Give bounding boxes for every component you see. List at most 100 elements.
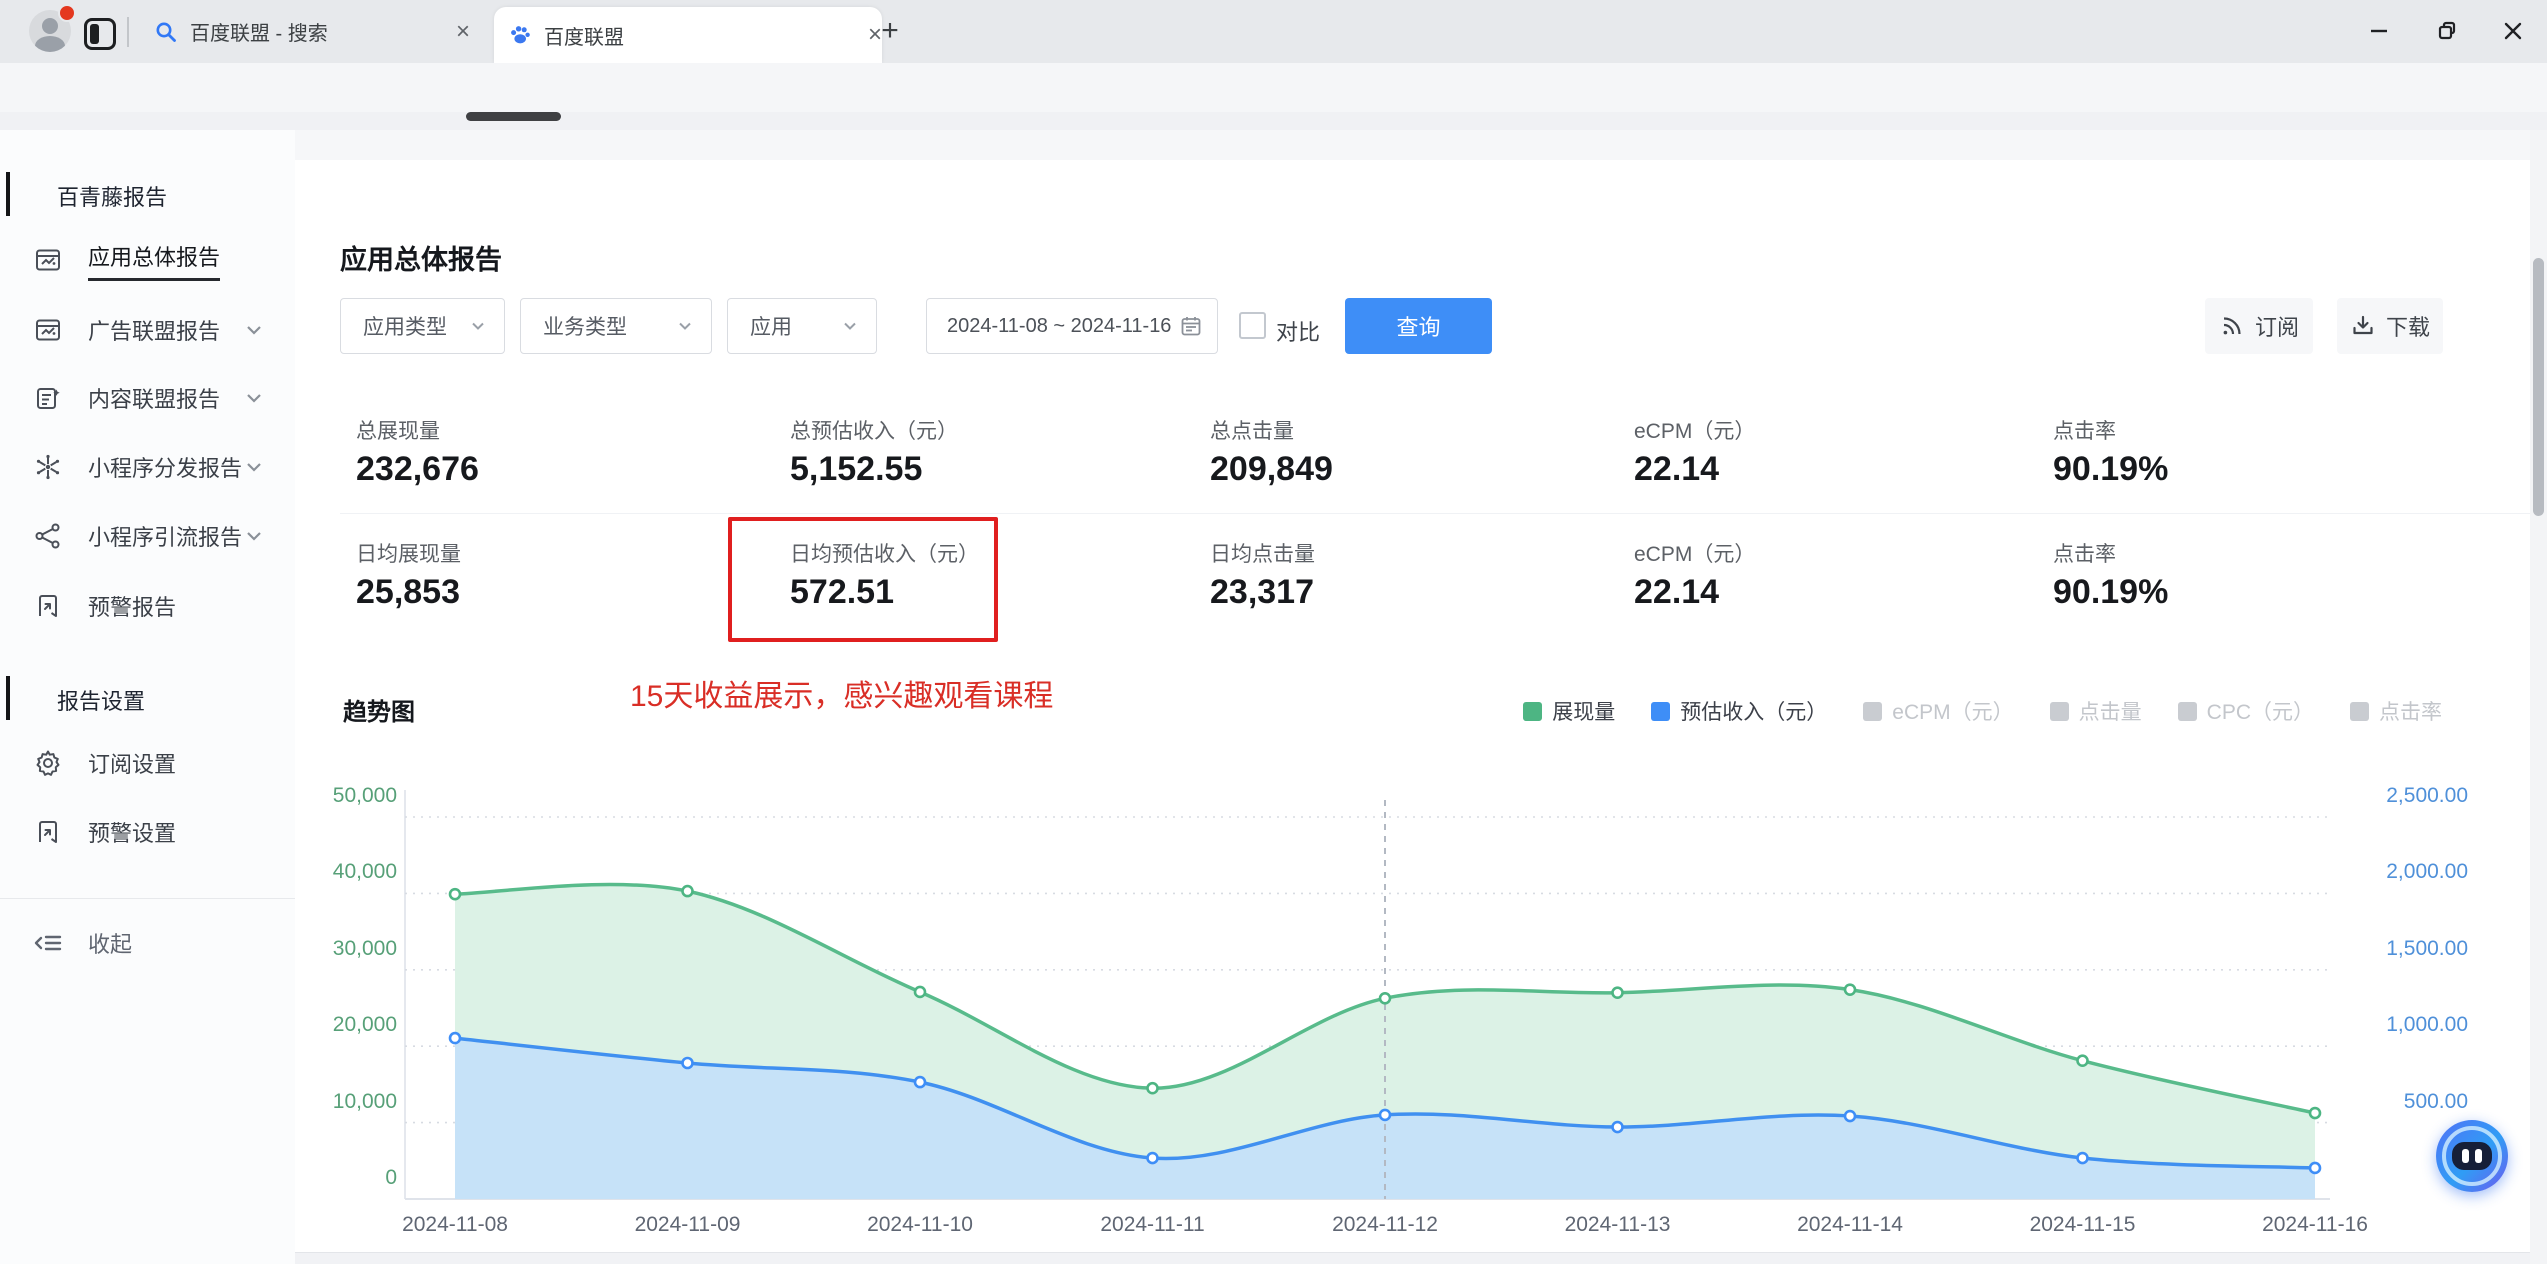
total-stat-value-1: 232,676 xyxy=(356,450,479,488)
legend-swatch xyxy=(2350,701,2369,721)
page-title: 应用总体报告 xyxy=(340,245,502,275)
x-axis-tick: 2024-11-16 xyxy=(2262,1213,2368,1236)
chevron-down-icon xyxy=(243,319,265,341)
app-type-select[interactable]: 应用类型 xyxy=(340,298,505,354)
sidebar-item-label: 广告联盟报告 xyxy=(88,319,221,344)
left-axis-tick: 10,000 xyxy=(332,1089,397,1113)
share-icon xyxy=(33,521,63,551)
baidu-paw-favicon xyxy=(508,23,532,47)
download-icon xyxy=(2350,313,2376,339)
total-stat-value-5: 90.19% xyxy=(2053,450,2169,488)
download-button[interactable]: 下载 xyxy=(2337,298,2443,354)
x-axis-tick: 2024-11-08 xyxy=(402,1213,508,1236)
x-axis-tick: 2024-11-15 xyxy=(2029,1213,2136,1236)
sidebar-item-6[interactable]: 预警报告 xyxy=(0,578,295,634)
toolbar-substrip xyxy=(0,112,2547,131)
right-axis-tick: 500.00 xyxy=(2403,1089,2468,1113)
x-axis-tick: 2024-11-13 xyxy=(1564,1213,1671,1236)
sidebar-item-label: 应用总体报告 xyxy=(88,240,221,281)
assistant-floating-button[interactable] xyxy=(2436,1120,2508,1192)
total-stat-label-1: 总展现量 xyxy=(356,420,440,443)
new-tab-button[interactable]: + xyxy=(872,14,908,50)
select-value: 业务类型 xyxy=(543,316,627,339)
chevron-down-icon xyxy=(243,456,265,478)
sidebar-item-2[interactable]: 广告联盟报告 xyxy=(0,302,295,358)
sidebar-section-reports: 百青藤报告 xyxy=(57,185,168,210)
subscribe-button[interactable]: 订阅 xyxy=(2205,298,2313,354)
calendar-icon xyxy=(1179,314,1203,338)
x-axis-tick: 2024-11-09 xyxy=(634,1213,741,1236)
left-axis-tick: 30,000 xyxy=(332,936,397,960)
page-root: 百青藤报告 应用总体报告 广告联盟报告 内容联盟报告 小程序分发报告 小程序引流报告 预警… xyxy=(0,130,2547,1264)
robot-face-icon xyxy=(2452,1142,2492,1170)
legend-swatch xyxy=(2177,701,2197,721)
chevron-down-icon xyxy=(243,387,265,409)
daily-stat-label-3: 日均点击量 xyxy=(1210,543,1315,566)
daily-stat-value-4: 22.14 xyxy=(1634,573,1720,611)
daily-stat-label-4: eCPM（元） xyxy=(1634,543,1756,566)
date-range-picker[interactable]: 2024-11-08 ~ 2024-11-16 xyxy=(926,298,1218,354)
compare-label: 对比 xyxy=(1276,320,1321,345)
download-label: 下载 xyxy=(2385,315,2430,340)
collapse-label: 收起 xyxy=(88,932,133,957)
sidebar-section-settings: 报告设置 xyxy=(57,689,146,714)
total-stat-label-4: eCPM（元） xyxy=(1634,420,1756,443)
tab-drag-indicator xyxy=(466,112,561,121)
alert-icon xyxy=(33,817,63,847)
window-close-button[interactable] xyxy=(2498,16,2528,46)
sidebar-item-1[interactable]: 应用总体报告 xyxy=(0,232,295,288)
browser-toolbar: https://union.baidu.com/bqt/appco.html#/… xyxy=(0,63,2547,175)
compare-checkbox[interactable] xyxy=(1239,312,1266,339)
browser-tab-search[interactable]: 百度联盟 - 搜索 × xyxy=(140,7,470,56)
sidebar-collapse-button[interactable]: 收起 xyxy=(0,915,295,971)
rss-icon xyxy=(2219,313,2245,339)
date-range-value: 2024-11-08 ~ 2024-11-16 xyxy=(947,314,1172,337)
sidebar: 百青藤报告 应用总体报告 广告联盟报告 内容联盟报告 小程序分发报告 小程序引流报告 预警… xyxy=(0,130,296,1264)
workspaces-icon[interactable] xyxy=(84,18,116,50)
profile-notification-dot xyxy=(58,4,76,22)
total-stat-label-5: 点击率 xyxy=(2053,420,2116,443)
left-axis-tick: 50,000 xyxy=(332,784,397,807)
browser-tab-baidu-union[interactable]: 百度联盟 × xyxy=(494,7,882,63)
window-restore-button[interactable] xyxy=(2432,16,2462,46)
total-stat-value-4: 22.14 xyxy=(1634,450,1720,488)
legend-swatch xyxy=(1523,701,1543,721)
app-select[interactable]: 应用 xyxy=(727,298,877,354)
tab-close-icon[interactable]: × xyxy=(456,19,470,43)
alert-icon xyxy=(33,591,63,621)
sidebar-item-3[interactable]: 内容联盟报告 xyxy=(0,370,295,426)
screenshot-root: 百度联盟 - 搜索 × 百度联盟 × + 百青藤报告 应用总体报告 广告联盟报告… xyxy=(0,0,2547,1264)
sidebar-item-label: 内容联盟报告 xyxy=(88,387,221,412)
sidebar-item-label: 小程序引流报告 xyxy=(88,525,243,550)
browser-tab-strip: 百度联盟 - 搜索 × 百度联盟 × + xyxy=(0,0,2547,63)
sidebar-setting-1[interactable]: 订阅设置 xyxy=(0,735,295,791)
sidebar-item-5[interactable]: 小程序引流报告 xyxy=(0,508,295,564)
left-axis-tick: 0 xyxy=(385,1166,397,1189)
daily-stat-value-1: 25,853 xyxy=(356,573,460,611)
scrollbar-thumb[interactable] xyxy=(2533,258,2544,516)
report-icon xyxy=(33,245,63,275)
tab-strip-divider xyxy=(127,17,129,47)
right-axis-tick: 2,000.00 xyxy=(2386,860,2468,884)
business-type-select[interactable]: 业务类型 xyxy=(520,298,712,354)
sidebar-setting-2[interactable]: 预警设置 xyxy=(0,804,295,860)
red-annotation-text: 15天收益展示，感兴趣观看课程 xyxy=(630,680,1054,713)
x-axis-tick: 2024-11-14 xyxy=(1797,1213,1903,1236)
x-axis-tick: 2024-11-12 xyxy=(1332,1213,1438,1236)
sidebar-item-4[interactable]: 小程序分发报告 xyxy=(0,439,295,495)
select-value: 应用类型 xyxy=(363,316,447,339)
stats-divider xyxy=(340,513,2530,514)
total-stat-label-3: 总点击量 xyxy=(1210,420,1294,443)
daily-stat-label-5: 点击率 xyxy=(2053,543,2116,566)
content-top-band xyxy=(295,130,2547,160)
legend-swatch xyxy=(2049,701,2069,721)
chevron-down-icon xyxy=(243,525,265,547)
chevron-down-icon xyxy=(840,316,860,336)
trend-chart-canvas xyxy=(404,790,2330,1200)
query-button[interactable]: 查询 xyxy=(1345,298,1492,354)
legend-swatch xyxy=(1863,701,1883,721)
window-minimize-button[interactable] xyxy=(2364,16,2394,46)
trend-chart[interactable]: 010,00020,00030,00040,00050,000 0500.001… xyxy=(295,720,2530,1264)
sidebar-item-label: 预警设置 xyxy=(88,821,177,846)
subscribe-label: 订阅 xyxy=(2254,315,2299,340)
